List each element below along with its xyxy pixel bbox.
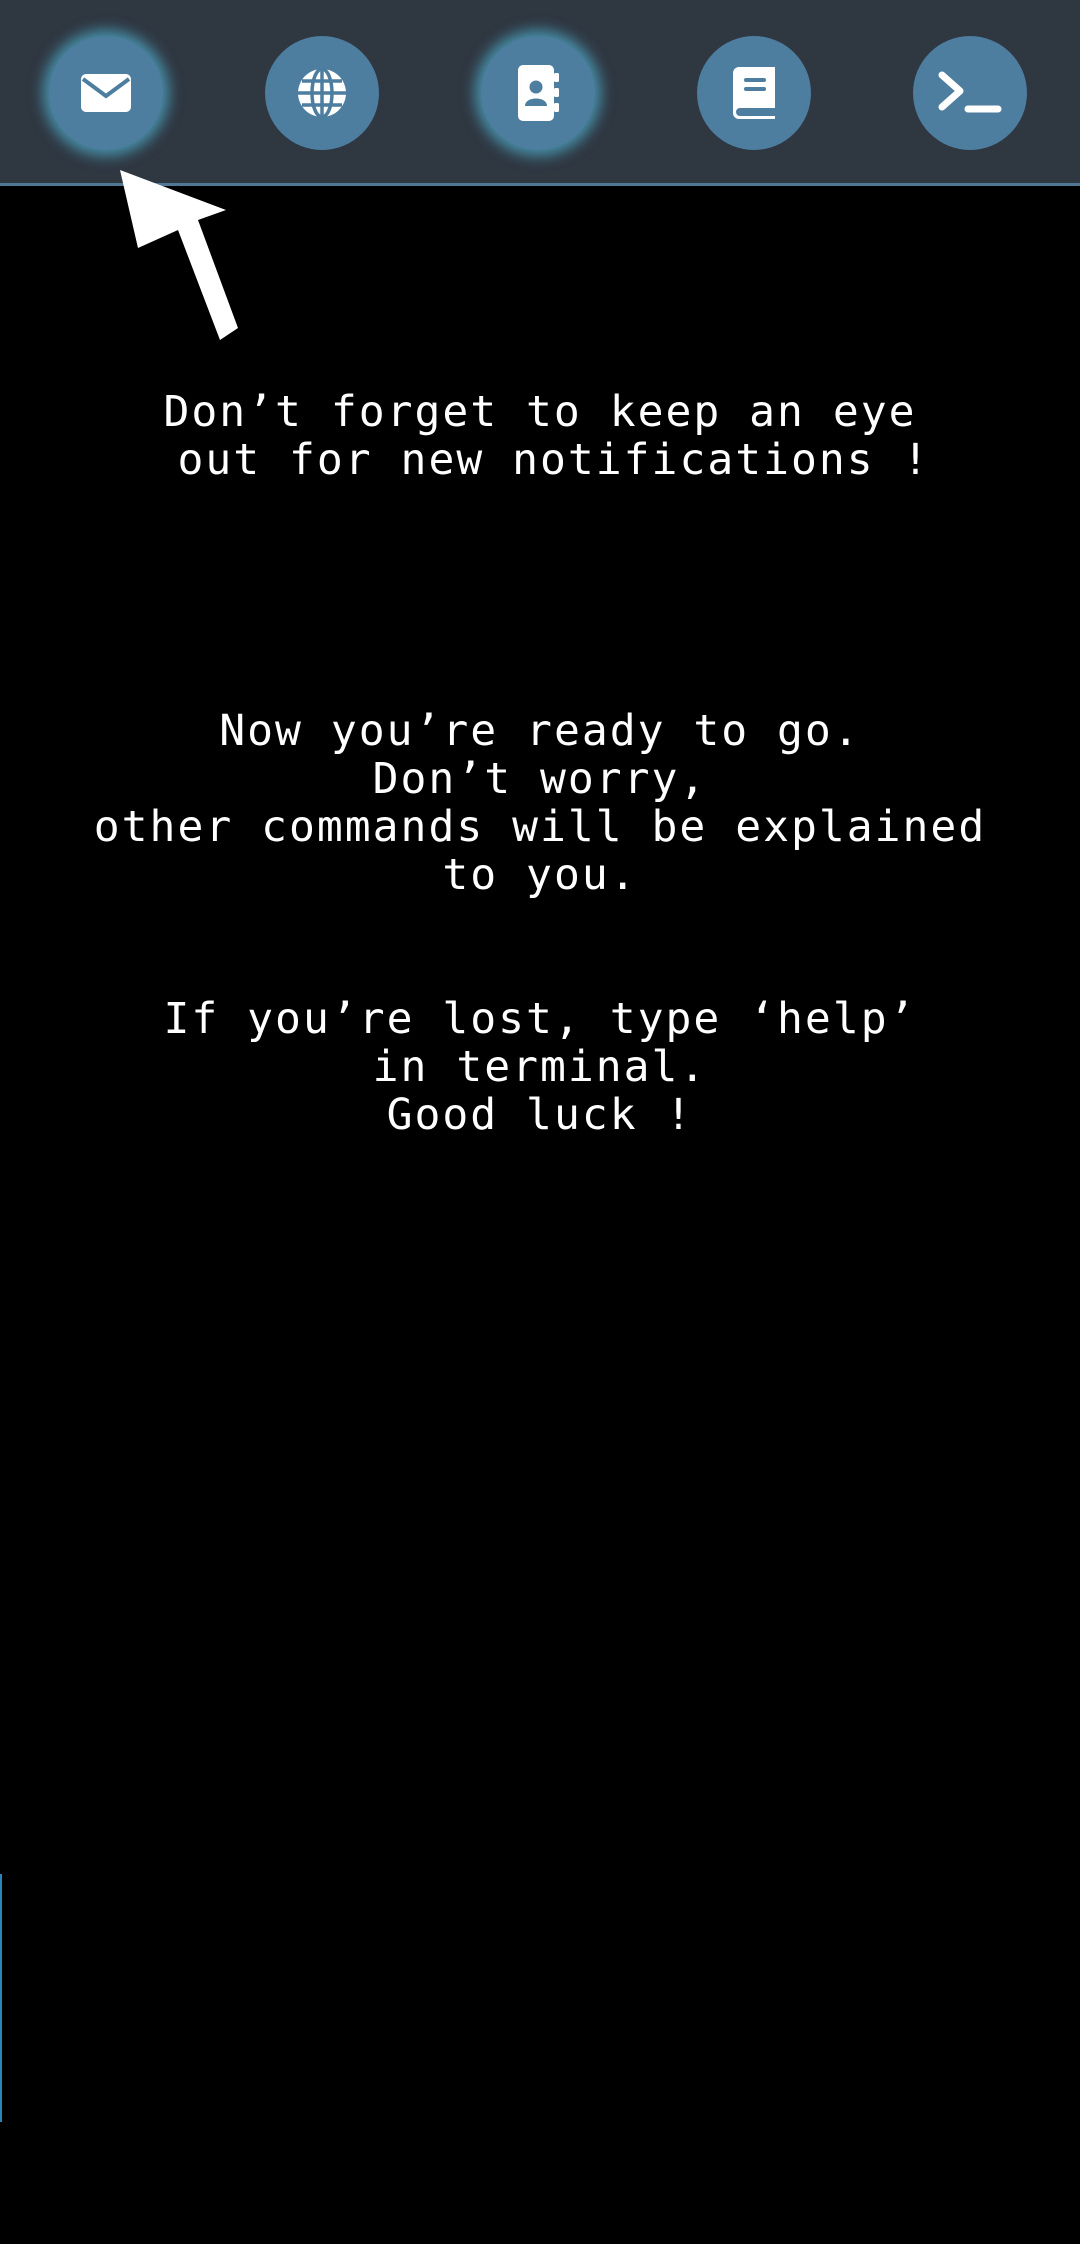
book-icon [732, 67, 775, 119]
envelope-icon [81, 74, 131, 112]
help-message-text: If you’re lost, type ‘help’ in terminal.… [163, 994, 917, 1140]
pointer-arrow-icon [120, 170, 238, 340]
terminal-prompt-icon [938, 71, 1002, 113]
globe-icon [298, 67, 346, 119]
mail-button[interactable] [49, 36, 163, 150]
notification-tip-text: Don’t forget to keep an eye out for new … [163, 387, 931, 485]
terminal-button[interactable] [913, 36, 1027, 150]
book-button[interactable] [697, 36, 811, 150]
ready-message-text: Now you’re ready to go. Don’t worry, oth… [93, 706, 987, 900]
browser-button[interactable] [265, 36, 379, 150]
edge-indicator-line [0, 1874, 2, 2122]
contacts-button[interactable] [481, 36, 595, 150]
app-dock [0, 0, 1080, 186]
address-book-icon [518, 65, 559, 121]
